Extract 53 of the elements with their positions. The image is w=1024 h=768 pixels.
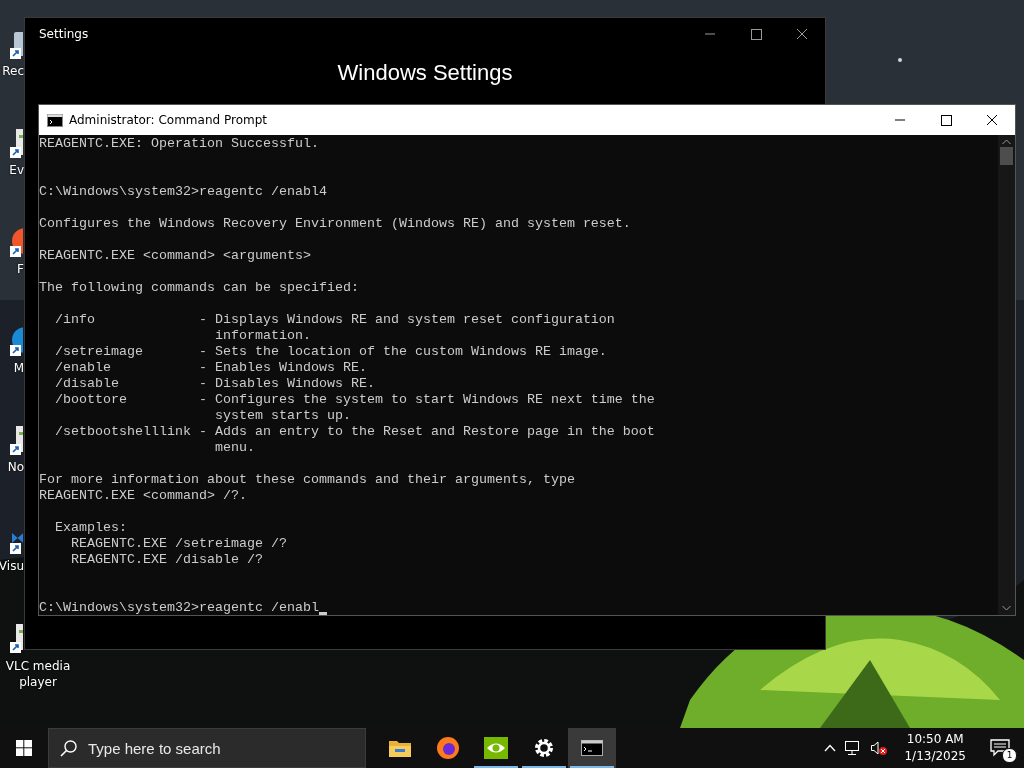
console-line: REAGENTC.EXE /setreimage /? — [70, 536, 287, 552]
text-cursor — [318, 612, 327, 615]
console-line: C:\Windows\system32>reagentc /enabl4 — [39, 184, 327, 200]
icon-label: Ev — [9, 163, 24, 177]
icon-label: M — [13, 361, 24, 375]
clock[interactable]: 10:50 AM 1/13/2025 — [896, 731, 974, 765]
console-line: REAGENTC.EXE <command> /?. — [39, 488, 247, 504]
settings-icon — [533, 737, 555, 759]
console-line: /disable - Disables Windows RE. — [54, 376, 375, 392]
console-line: For more information about these commands and their arguments, type — [39, 472, 575, 488]
scroll-up-icon[interactable] — [1002, 139, 1011, 145]
window-title: Administrator: Command Prompt — [69, 113, 267, 127]
windows-logo-icon — [16, 740, 32, 756]
console-line: The following commands can be specified: — [39, 280, 359, 296]
console-line: /setbootshelllink - Adds an entry to the Reset and Restore page in the boot — [54, 424, 655, 440]
console-line: /enable - Enables Windows RE. — [54, 360, 367, 376]
notification-icon[interactable] — [990, 739, 1010, 757]
icon-label: Rec — [2, 64, 24, 78]
console-line: REAGENTC.EXE /disable /? — [70, 552, 263, 568]
notification-count: 1 — [1002, 748, 1017, 763]
running-indicator — [522, 766, 566, 768]
console-line: Examples: — [54, 520, 127, 536]
console-line: system starts up. — [213, 408, 351, 424]
volume-muted-icon[interactable] — [870, 740, 889, 756]
scroll-thumb[interactable] — [1000, 147, 1013, 165]
console-line: C:\Windows\system32>reagentc /enabl — [39, 600, 319, 615]
folder-icon — [389, 739, 411, 757]
terminal-icon — [581, 740, 603, 756]
eye-icon — [484, 737, 508, 759]
console-line: /setreimage - Sets the location of the custom Windows RE image. — [54, 344, 607, 360]
icon-label: No — [7, 460, 24, 474]
scrollbar[interactable] — [998, 135, 1015, 615]
icon-label: VLC media player — [4, 658, 72, 690]
scroll-down-icon[interactable] — [1002, 605, 1011, 611]
console-icon — [47, 113, 63, 127]
clock-time: 10:50 AM — [906, 731, 964, 748]
clock-date: 1/13/2025 — [904, 748, 966, 765]
browser-icon — [436, 736, 460, 760]
window-title: Settings — [38, 27, 89, 41]
icon-label: F — [17, 262, 24, 276]
running-indicator — [474, 766, 518, 768]
running-indicator — [570, 766, 614, 768]
console-line: REAGENTC.EXE: Operation Successful. — [39, 136, 319, 152]
chevron-up-icon[interactable] — [824, 744, 837, 752]
console-line: REAGENTC.EXE <command> <arguments> — [39, 248, 311, 264]
console-line: /boottore - Configures the system to start Windows RE next time the — [54, 392, 655, 408]
search-field[interactable]: Type here to search — [48, 728, 366, 768]
taskbar-app[interactable] — [568, 728, 616, 768]
console-line: information. — [213, 328, 311, 344]
console-line: menu. — [213, 440, 255, 456]
console-line: Configures the Windows Recovery Environment (Windows RE) and system reset. — [39, 216, 631, 232]
page-heading: Windows Settings — [337, 60, 513, 85]
console-line: /info - Displays Windows RE and system reset configuration — [54, 312, 615, 328]
